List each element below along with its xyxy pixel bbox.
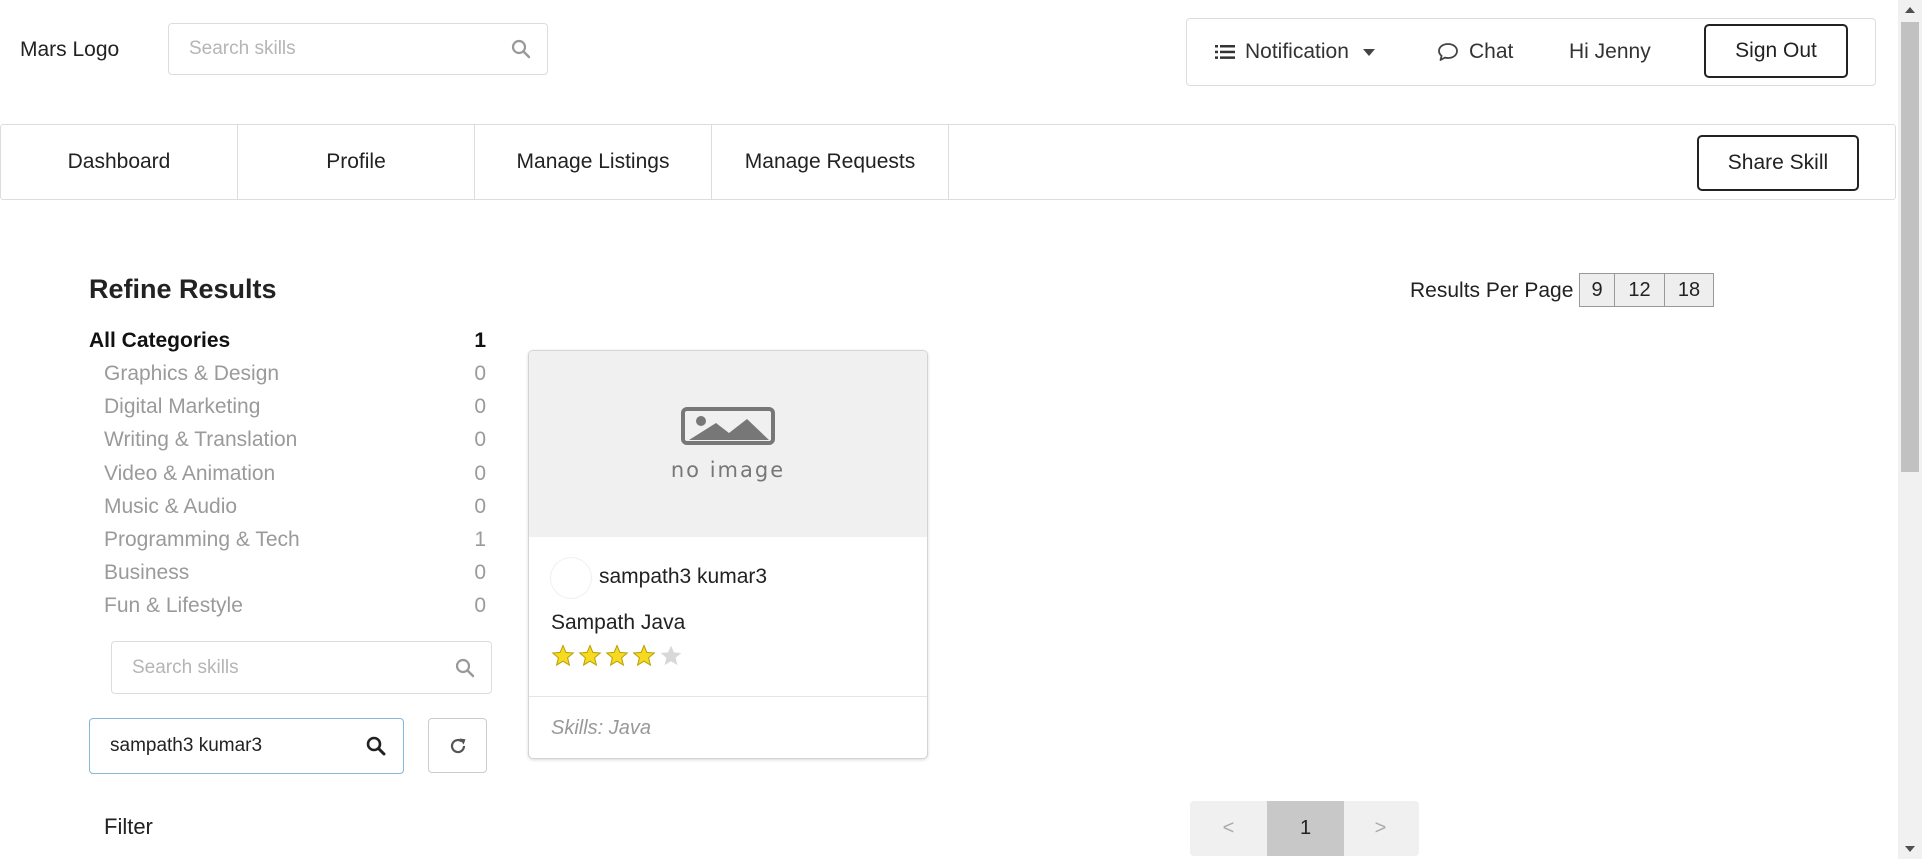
results-per-page-label: Results Per Page :: [1410, 279, 1586, 302]
search-icon[interactable]: [455, 658, 475, 678]
nav-item-manage-listings[interactable]: Manage Listings: [475, 125, 712, 199]
category-name: Graphics & Design: [104, 362, 280, 385]
category-count: 0: [474, 395, 486, 418]
category-name: Video & Animation: [104, 462, 276, 485]
sign-out-button[interactable]: Sign Out: [1704, 24, 1848, 78]
category-count: 0: [474, 594, 486, 617]
results-per-page-18[interactable]: 18: [1665, 273, 1714, 307]
pagination: < 1 >: [1190, 801, 1419, 856]
star-empty-icon[interactable]: [659, 644, 683, 668]
user-search: [89, 718, 404, 774]
category-name: Business: [104, 561, 190, 584]
results-per-page-9[interactable]: 9: [1579, 273, 1615, 307]
chat-icon: [1438, 43, 1458, 61]
category-count: 0: [474, 462, 486, 485]
star-filled-icon[interactable]: [605, 644, 629, 668]
filter-label: Filter: [104, 814, 153, 839]
category-business[interactable]: Business 0: [89, 561, 486, 593]
avatar[interactable]: [551, 558, 591, 598]
nav-item-dashboard[interactable]: Dashboard: [1, 125, 238, 199]
category-count: 0: [474, 561, 486, 584]
category-name: Fun & Lifestyle: [104, 594, 243, 617]
scroll-down-icon[interactable]: [1898, 839, 1922, 859]
category-count: 1: [474, 329, 486, 352]
main-nav: Dashboard Profile Manage Listings Manage…: [0, 124, 1896, 200]
pagination-next[interactable]: >: [1342, 801, 1419, 856]
star-filled-icon[interactable]: [578, 644, 602, 668]
search-icon[interactable]: [366, 736, 386, 756]
star-filled-icon[interactable]: [551, 644, 575, 668]
no-image-icon: [681, 407, 775, 445]
header-search-input[interactable]: [189, 24, 473, 74]
pagination-page[interactable]: 1: [1267, 801, 1344, 856]
star-filled-icon[interactable]: [632, 644, 656, 668]
pagination-prev[interactable]: <: [1190, 801, 1267, 856]
chat-label: Chat: [1469, 40, 1514, 63]
card-user-name[interactable]: sampath3 kumar3: [599, 565, 767, 589]
chat-link[interactable]: Chat: [1437, 19, 1513, 85]
no-image-text: no image: [670, 458, 786, 482]
category-count: 1: [474, 528, 486, 551]
list-icon: [1215, 45, 1235, 59]
category-count: 0: [474, 495, 486, 518]
category-count: 0: [474, 362, 486, 385]
category-all[interactable]: All Categories 1: [89, 329, 486, 361]
category-name: Writing & Translation: [104, 428, 298, 451]
card-title[interactable]: Sampath Java: [551, 611, 685, 635]
card-skills: Skills: Java: [551, 717, 652, 739]
category-name: All Categories: [89, 329, 231, 352]
skill-search-input[interactable]: [132, 642, 417, 693]
page-scrollbar[interactable]: [1898, 0, 1922, 859]
caret-down-icon: [1362, 48, 1375, 56]
skill-search: [111, 641, 492, 694]
category-fun-lifestyle[interactable]: Fun & Lifestyle 0: [89, 594, 486, 626]
category-programming-tech[interactable]: Programming & Tech 1: [89, 528, 486, 560]
category-count: 0: [474, 428, 486, 451]
category-graphics-design[interactable]: Graphics & Design 0: [89, 362, 486, 394]
refine-results-title: Refine Results: [89, 274, 277, 304]
rating-stars: [551, 644, 683, 668]
user-search-input[interactable]: [110, 719, 345, 773]
header-search: [168, 23, 548, 75]
user-greeting[interactable]: Hi Jenny: [1569, 19, 1651, 85]
refresh-button[interactable]: [428, 718, 487, 773]
category-video-animation[interactable]: Video & Animation 0: [89, 462, 486, 494]
notification-dropdown[interactable]: Notification: [1215, 19, 1375, 85]
category-name: Digital Marketing: [104, 395, 261, 418]
refresh-icon: [450, 738, 465, 753]
results-per-page-12[interactable]: 12: [1615, 273, 1665, 307]
skill-card[interactable]: no image sampath3 kumar3 Sampath Java Sk…: [528, 350, 928, 759]
nav-item-profile[interactable]: Profile: [238, 125, 475, 199]
card-image: no image: [529, 351, 927, 537]
scrollbar-thumb[interactable]: [1901, 22, 1919, 472]
site-logo[interactable]: Mars Logo: [20, 38, 119, 62]
category-name: Programming & Tech: [104, 528, 300, 551]
notification-label: Notification: [1245, 40, 1349, 63]
category-digital-marketing[interactable]: Digital Marketing 0: [89, 395, 486, 427]
nav-item-manage-requests[interactable]: Manage Requests: [712, 125, 949, 199]
category-music-audio[interactable]: Music & Audio 0: [89, 495, 486, 527]
share-skill-button[interactable]: Share Skill: [1697, 135, 1859, 191]
scroll-up-icon[interactable]: [1898, 0, 1922, 20]
category-name: Music & Audio: [104, 495, 238, 518]
search-icon[interactable]: [511, 39, 531, 59]
card-divider: [529, 696, 927, 697]
category-writing-translation[interactable]: Writing & Translation 0: [89, 428, 486, 460]
